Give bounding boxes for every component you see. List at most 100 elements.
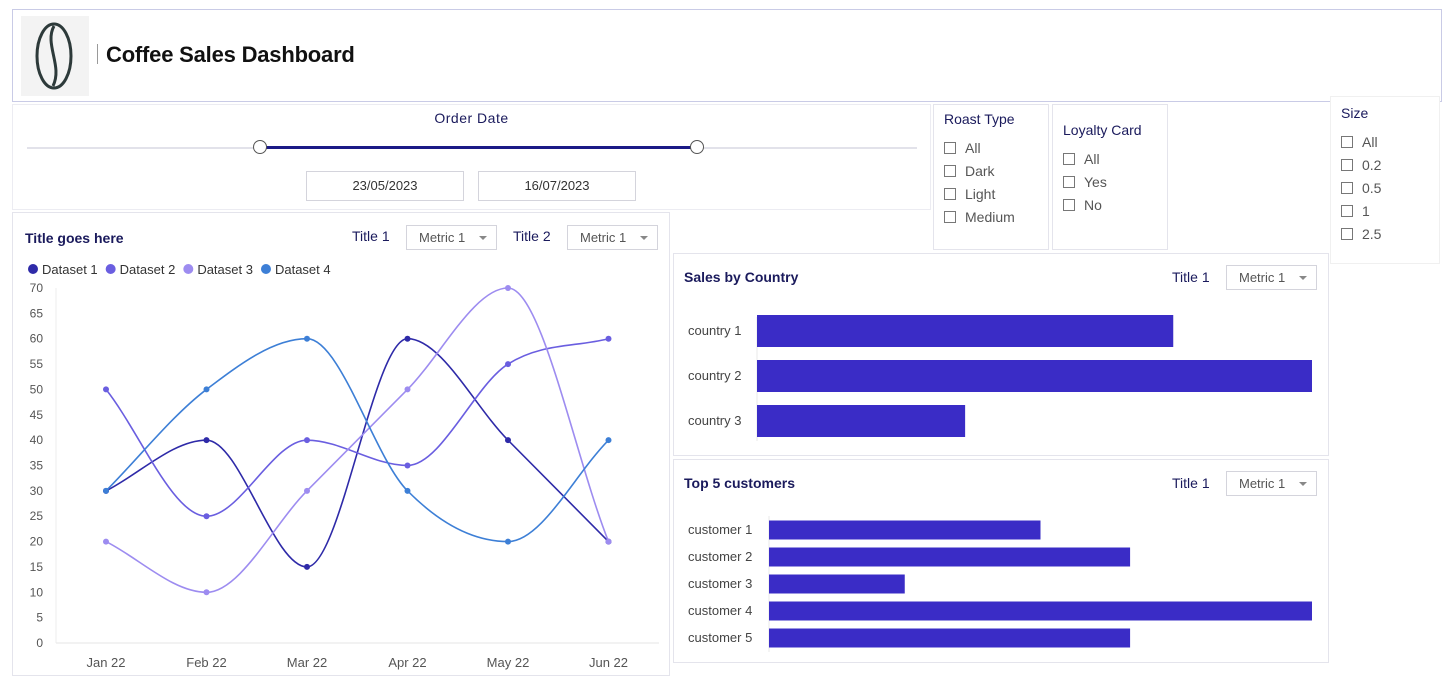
roast-option-medium[interactable]: Medium (944, 206, 1015, 229)
checkbox[interactable] (944, 142, 956, 154)
category-label: country 3 (688, 413, 741, 428)
data-point (605, 437, 612, 444)
category-label: country 1 (688, 323, 741, 338)
size-filter: Size All 0.2 0.5 1 2.5 (1330, 96, 1440, 264)
legend-label: Dataset 2 (120, 262, 176, 277)
roast-option-light[interactable]: Light (944, 183, 1015, 206)
y-tick-label: 30 (30, 484, 44, 498)
category-label: customer 5 (688, 630, 752, 645)
checkbox[interactable] (1063, 199, 1075, 211)
sales-by-country-chart: country 1 country 2 country 3 (688, 315, 1312, 441)
date-slider-range (260, 146, 698, 149)
legend-marker (105, 264, 116, 274)
line-chart-panel: Title goes here Title 1 Metric 1 Title 2… (12, 212, 670, 676)
checkbox[interactable] (1341, 205, 1353, 217)
legend-label: Dataset 4 (275, 262, 331, 277)
category-label: customer 3 (688, 576, 752, 591)
y-tick-label: 35 (30, 459, 44, 473)
data-point (404, 335, 411, 342)
y-tick-label: 20 (30, 535, 44, 549)
size-options: All 0.2 0.5 1 2.5 (1341, 131, 1381, 246)
y-tick-label: 5 (36, 611, 43, 625)
checkbox[interactable] (1063, 176, 1075, 188)
legend-marker (260, 264, 271, 274)
checkbox[interactable] (944, 211, 956, 223)
legend-marker (183, 264, 194, 274)
bar-customer-1 (769, 520, 1041, 540)
y-tick-label: 55 (30, 357, 44, 371)
data-point (505, 361, 511, 368)
legend-label: Dataset 3 (197, 262, 253, 277)
data-point (404, 462, 411, 469)
series-line-dataset-2 (105, 337, 609, 518)
data-point (404, 487, 411, 494)
data-point (505, 437, 511, 444)
size-title: Size (1341, 105, 1369, 121)
data-point (605, 538, 612, 545)
checkbox[interactable] (1341, 159, 1353, 171)
size-option-0-5[interactable]: 0.5 (1341, 177, 1381, 200)
bar-customer-2 (769, 547, 1131, 567)
data-point (404, 386, 411, 393)
category-label: customer 1 (688, 522, 752, 537)
checkbox[interactable] (1341, 228, 1353, 240)
roast-type-filter: Roast Type All Dark Light Medium (933, 104, 1049, 250)
size-option-1[interactable]: 1 (1341, 200, 1381, 223)
end-date-input[interactable]: 16/07/2023 (478, 171, 636, 201)
bar-country-3 (757, 405, 966, 437)
checkbox[interactable] (944, 188, 956, 200)
roast-option-all[interactable]: All (944, 137, 1015, 160)
y-tick-label: 45 (30, 408, 44, 422)
checkbox[interactable] (1341, 182, 1353, 194)
data-point (605, 335, 612, 342)
data-point (103, 386, 109, 393)
legend-marker (28, 264, 38, 274)
loyalty-option-no[interactable]: No (1063, 194, 1107, 217)
category-label: customer 4 (688, 603, 752, 618)
line-chart: 0 5 10 15 20 25 30 35 40 45 50 55 60 65 70 Jan 22 Feb 22… (28, 262, 659, 670)
category-label: customer 2 (688, 549, 752, 564)
dashboard-header: Coffee Sales Dashboard (12, 9, 1442, 102)
order-date-label: Order Date (434, 110, 509, 126)
checkbox[interactable] (1341, 136, 1353, 148)
coffee-bean-icon (21, 16, 89, 96)
size-option-2-5[interactable]: 2.5 (1341, 223, 1381, 246)
date-slider-end-handle[interactable] (690, 140, 705, 154)
data-point (203, 437, 210, 444)
x-tick-label: Apr 22 (388, 655, 426, 670)
top-customers-panel: Top 5 customers Title 1 Metric 1 custome… (673, 459, 1329, 663)
order-date-slicer: Order Date 23/05/2023 16/07/2023 (12, 104, 931, 210)
checkbox[interactable] (1063, 153, 1075, 165)
roast-type-title: Roast Type (944, 111, 1015, 127)
y-tick-label: 40 (30, 433, 44, 447)
x-tick-label: Mar 22 (287, 655, 327, 670)
x-tick-label: Jan 22 (86, 655, 125, 670)
legend-label: Dataset 1 (42, 262, 98, 277)
data-point (304, 487, 310, 494)
x-tick-label: May 22 (487, 655, 530, 670)
series-line-dataset-3 (105, 287, 610, 594)
start-date-input[interactable]: 23/05/2023 (306, 171, 464, 201)
data-point (203, 589, 210, 596)
y-tick-label: 25 (30, 509, 44, 523)
roast-option-dark[interactable]: Dark (944, 160, 1015, 183)
size-option-all[interactable]: All (1341, 131, 1381, 154)
loyalty-option-all[interactable]: All (1063, 148, 1107, 171)
y-tick-label: 50 (30, 382, 44, 396)
data-point (505, 285, 511, 291)
y-tick-label: 65 (30, 306, 44, 320)
checkbox[interactable] (944, 165, 956, 177)
loyalty-option-yes[interactable]: Yes (1063, 171, 1107, 194)
data-point (103, 538, 109, 545)
data-point (304, 563, 310, 570)
date-slider-start-handle[interactable] (253, 140, 268, 154)
top-customers-chart: customer 1 customer 2 customer 3 customer 4… (688, 516, 1312, 652)
y-tick-label: 15 (30, 560, 44, 574)
y-tick-label: 60 (30, 332, 44, 346)
bar-country-1 (757, 315, 1174, 347)
data-point (304, 437, 310, 444)
bar-country-2 (757, 360, 1312, 392)
data-point (103, 487, 109, 494)
size-option-0-2[interactable]: 0.2 (1341, 154, 1381, 177)
loyalty-card-filter: Loyalty Card All Yes No (1052, 104, 1168, 250)
